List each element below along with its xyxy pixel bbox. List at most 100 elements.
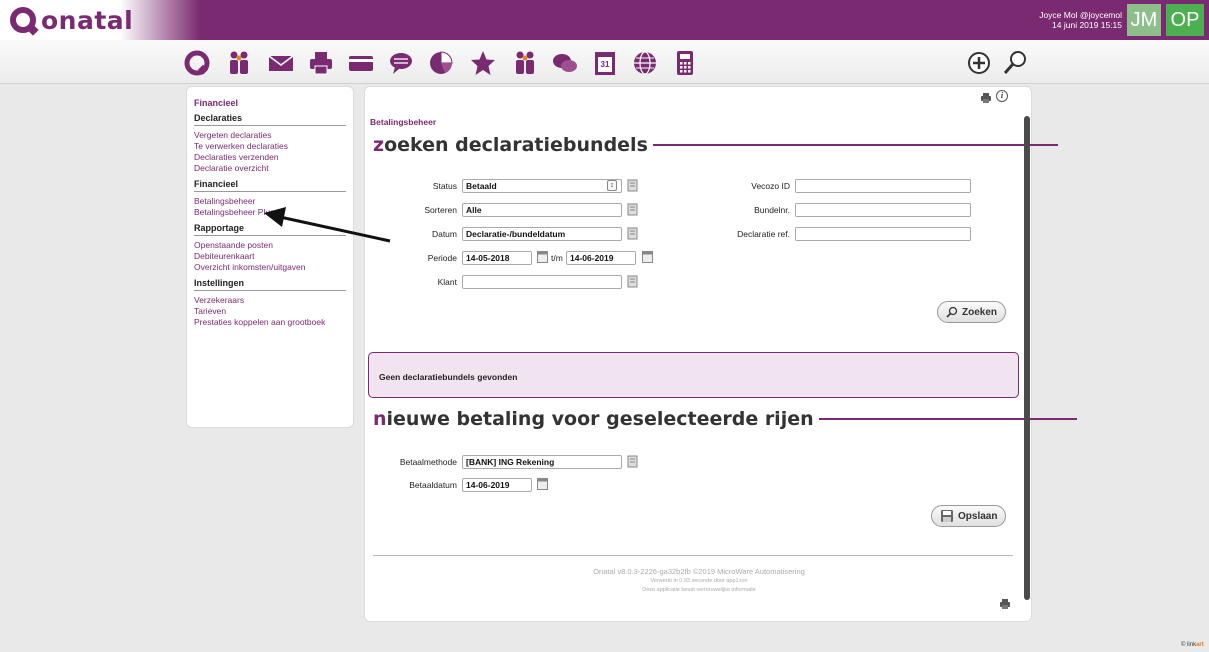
- user-info: Joyce Mol @joycemol 14 juni 2019 15:15: [1039, 10, 1122, 30]
- footer-version: Onatal v8.0.3-2226-ga32b2fb ©2019 MicroW…: [593, 567, 805, 576]
- sidebar-item-declaraties-verzenden[interactable]: Declaraties verzenden: [194, 152, 346, 163]
- klant-input[interactable]: [462, 275, 622, 289]
- calendar-betaaldatum-icon[interactable]: [537, 478, 548, 490]
- datum-dropdown-icon[interactable]: [627, 227, 638, 240]
- title-rule: [818, 418, 1077, 420]
- periode-from-input[interactable]: 14-05-2018: [462, 251, 532, 265]
- status-select[interactable]: Betaald: [462, 179, 622, 193]
- status-value: Betaald: [466, 181, 497, 191]
- datum-label: Datum: [431, 229, 457, 239]
- betaalmethode-select[interactable]: [BANK] ING Rekening: [462, 455, 622, 469]
- group-icon[interactable]: [510, 48, 540, 78]
- save-icon: [941, 510, 953, 522]
- watermark: © linkart: [1181, 642, 1204, 648]
- persons-icon[interactable]: [224, 48, 254, 78]
- status-dropdown-icon[interactable]: [627, 179, 638, 192]
- calculator-icon[interactable]: [670, 48, 700, 78]
- chat-icon[interactable]: [386, 48, 416, 78]
- watermark-prefix: © link: [1181, 642, 1197, 648]
- scrollbar[interactable]: [1024, 116, 1030, 600]
- search-icon[interactable]: [1000, 48, 1030, 78]
- betaaldatum-label: Betaaldatum: [409, 480, 457, 490]
- sidebar-item-declaratie-overzicht[interactable]: Declaratie overzicht: [194, 163, 346, 174]
- pie-chart-icon[interactable]: [426, 48, 456, 78]
- bundelnr-label: Bundelnr.: [754, 205, 790, 215]
- sorteren-value: Alle: [466, 205, 482, 215]
- results-message: Geen declaratiebundels gevonden: [379, 372, 518, 382]
- opslaan-label: Opslaan: [958, 510, 998, 522]
- sidebar-item-verzekeraars[interactable]: Verzekeraars: [194, 295, 346, 306]
- periode-separator: t/m: [551, 253, 563, 263]
- footer-print-icon[interactable]: [999, 597, 1011, 615]
- logo-text: onatal: [41, 5, 134, 35]
- bundelnr-input[interactable]: [795, 203, 971, 217]
- add-icon[interactable]: [964, 48, 994, 78]
- footer-divider: [373, 555, 1013, 556]
- zoeken-button[interactable]: Zoeken: [937, 301, 1007, 323]
- datum-select[interactable]: Declaratie-/bundeldatum: [462, 227, 622, 241]
- sidebar-item-prestaties-koppelen[interactable]: Prestaties koppelen aan grootboek: [194, 317, 346, 328]
- sidebar-item-overzicht-inkomsten-uitgaven[interactable]: Overzicht inkomsten/uitgaven: [194, 262, 346, 273]
- betaalmethode-value: [BANK] ING Rekening: [466, 457, 555, 467]
- periode-from-value: 14-05-2018: [466, 253, 510, 263]
- payment-title-rest: ieuwe betaling voor geselecteerde rijen: [386, 408, 814, 430]
- logo[interactable]: onatal: [10, 3, 133, 37]
- magnifier-icon: [946, 306, 958, 318]
- klant-lookup-icon[interactable]: [627, 275, 638, 288]
- footer-confidential: Deze applicatie bevat vertrouwelijke inf…: [642, 587, 756, 593]
- avatar[interactable]: JM: [1127, 4, 1161, 36]
- sidebar-item-te-verwerken-declaraties[interactable]: Te verwerken declaraties: [194, 141, 346, 152]
- card-icon[interactable]: [346, 48, 376, 78]
- sidebar-item-tarieven[interactable]: Tarieven: [194, 306, 346, 317]
- globe-icon[interactable]: [630, 48, 660, 78]
- breadcrumb: Betalingsbeheer: [370, 117, 437, 127]
- vecozo-label: Vecozo ID: [751, 181, 790, 191]
- avatar-op[interactable]: OP: [1166, 4, 1204, 36]
- main-toolbar: 31: [0, 40, 1209, 84]
- declaratie-ref-input[interactable]: [795, 227, 971, 241]
- status-spinner-icon[interactable]: ↕: [607, 180, 617, 191]
- sidebar-heading-declaraties: Declaraties: [194, 113, 346, 126]
- sidebar: Financieel Declaraties Vergeten declarat…: [186, 86, 354, 428]
- betaalmethode-label: Betaalmethode: [399, 457, 457, 467]
- status-label: Status: [432, 181, 457, 191]
- periode-to-value: 14-06-2019: [570, 253, 614, 263]
- title-rule: [652, 144, 1058, 146]
- opslaan-button[interactable]: Opslaan: [931, 505, 1007, 527]
- user-datetime: 14 juni 2019 15:15: [1052, 20, 1122, 30]
- sorteren-select[interactable]: Alle: [462, 203, 622, 217]
- sidebar-title: Financieel: [194, 98, 239, 108]
- print-icon[interactable]: [306, 48, 336, 78]
- logo-q-icon: [10, 7, 36, 33]
- sidebar-item-vergeten-declaraties[interactable]: Vergeten declaraties: [194, 130, 346, 141]
- betaalmethode-dropdown-icon[interactable]: [627, 455, 638, 468]
- home-icon[interactable]: [182, 48, 212, 78]
- search-title-rest: oeken declaratiebundels: [384, 134, 648, 156]
- calendar-from-icon[interactable]: [537, 251, 548, 263]
- talk-icon[interactable]: [550, 48, 580, 78]
- sidebar-heading-financieel: Financieel: [194, 179, 346, 192]
- sidebar-item-debiteurenkaart[interactable]: Debiteurenkaart: [194, 251, 346, 262]
- svg-text:31: 31: [601, 60, 610, 69]
- calendar-to-icon[interactable]: [642, 251, 653, 263]
- main-panel: i Betalingsbeheer z oeken declaratiebunde…: [364, 86, 1077, 622]
- betaaldatum-value: 14-06-2019: [466, 480, 510, 490]
- annotation-arrow: [264, 207, 391, 243]
- print-page-icon[interactable]: [980, 91, 992, 109]
- info-icon[interactable]: i: [996, 90, 1008, 102]
- periode-to-input[interactable]: 14-06-2019: [566, 251, 636, 265]
- star-icon[interactable]: [468, 48, 498, 78]
- klant-label: Klant: [437, 277, 457, 287]
- datum-value: Declaratie-/bundeldatum: [466, 229, 566, 239]
- results-panel: Geen declaratiebundels gevonden: [368, 352, 1019, 398]
- vecozo-input[interactable]: [795, 179, 971, 193]
- search-title-first-letter: z: [373, 134, 385, 156]
- betaaldatum-input[interactable]: 14-06-2019: [462, 478, 532, 492]
- footer-timing: Verwerkt in 0.93 seconde door app1:ion: [650, 578, 748, 584]
- declaratie-ref-label: Declaratie ref.: [737, 229, 790, 239]
- sorteren-dropdown-icon[interactable]: [627, 203, 638, 216]
- sidebar-heading-instellingen: Instellingen: [194, 278, 346, 291]
- calendar-icon[interactable]: 31: [590, 48, 620, 78]
- top-bar: onatal Joyce Mol @joycemol 14 juni 2019 …: [0, 0, 1209, 40]
- mail-icon[interactable]: [266, 48, 296, 78]
